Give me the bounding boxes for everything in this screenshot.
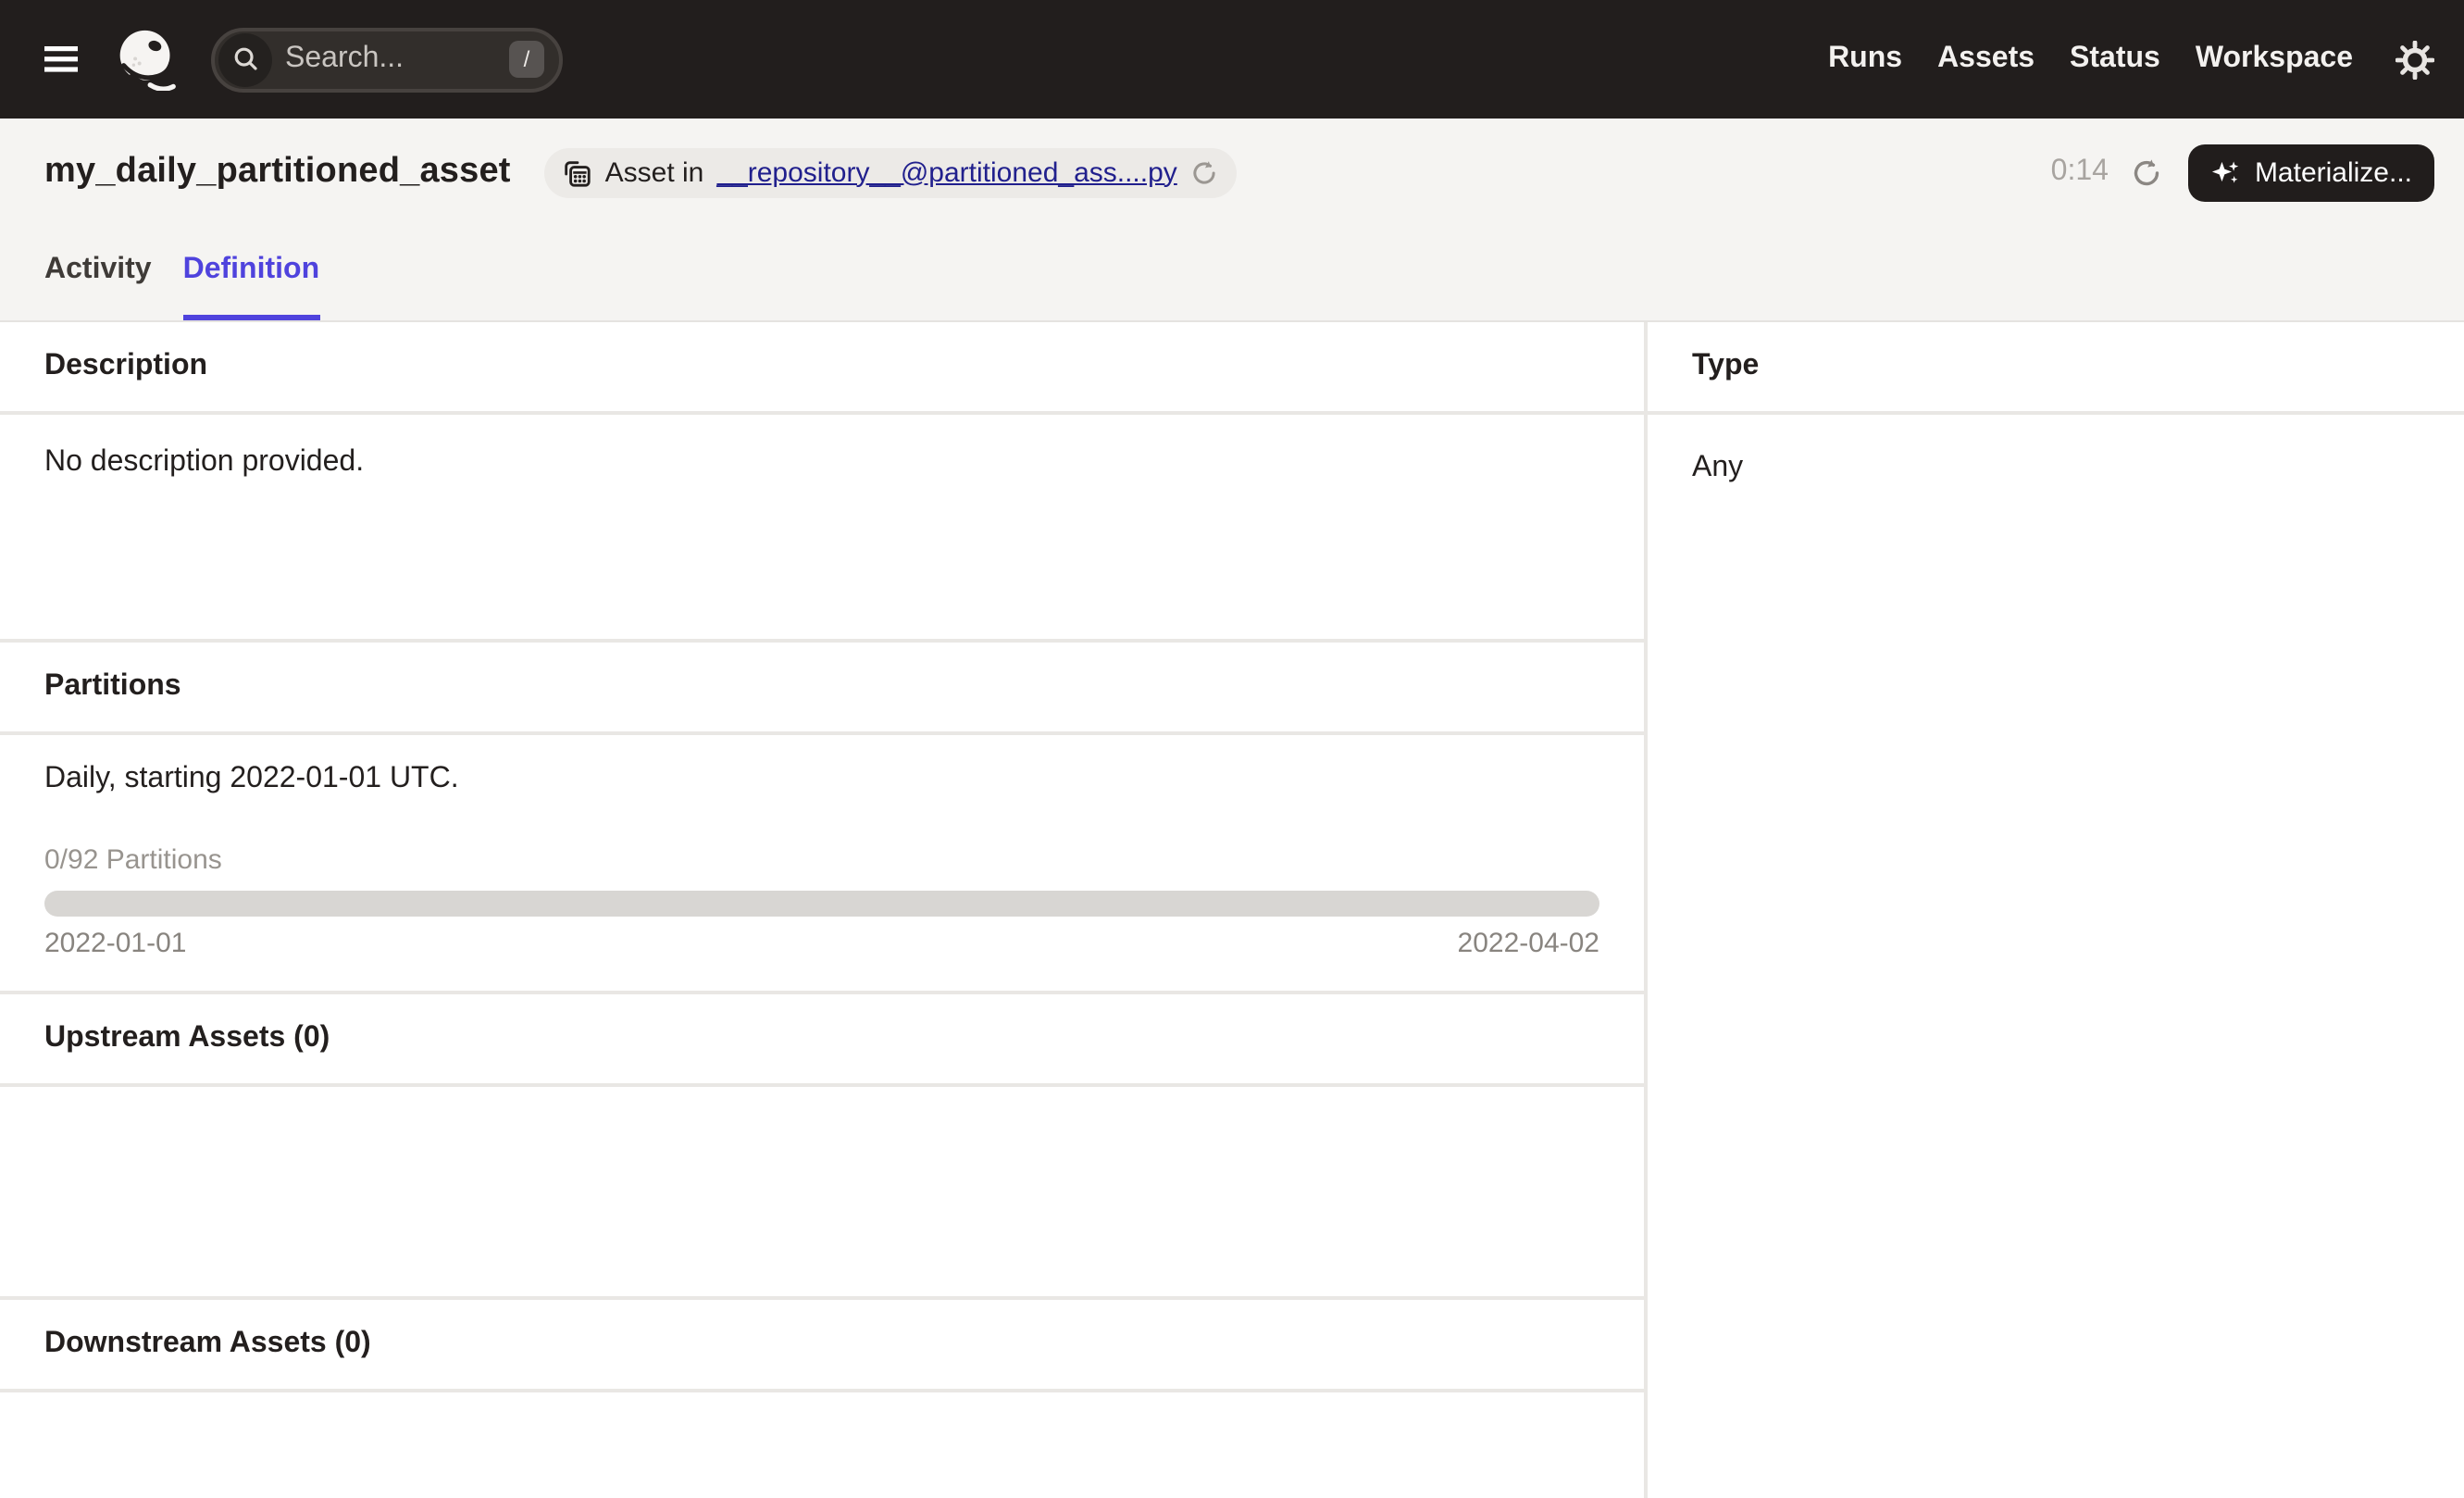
upstream-assets-empty	[0, 1087, 1644, 1296]
partitions-body: Daily, starting 2022-01-01 UTC. 0/92 Par…	[0, 735, 1644, 991]
partition-health-bar	[44, 891, 1599, 917]
badge-prefix: Asset in	[604, 156, 704, 188]
partition-range-end: 2022-04-02	[1457, 928, 1599, 959]
type-section-header: Type	[1648, 322, 2464, 411]
search-placeholder: Search...	[285, 43, 404, 74]
reload-repository-button[interactable]	[1190, 158, 1218, 186]
repository-link[interactable]: __repository__@partitioned_ass....py	[716, 156, 1176, 188]
hamburger-menu-button[interactable]	[33, 35, 89, 83]
top-navbar: Search... / Runs Assets Status Workspace	[0, 0, 2464, 119]
materialize-label: Materialize...	[2254, 156, 2412, 188]
search-icon	[233, 47, 256, 70]
description-body: No description provided.	[0, 415, 1644, 639]
primary-nav: Runs Assets Status Workspace	[1828, 40, 2434, 79]
app-root: Search... / Runs Assets Status Workspace	[0, 0, 2464, 1498]
partition-definition-text: Daily, starting 2022-01-01 UTC.	[44, 763, 459, 794]
type-body: Any	[1648, 415, 2464, 1498]
partitions-heading: Partitions	[44, 670, 181, 702]
upstream-heading: Upstream Assets (0)	[44, 1022, 330, 1054]
description-text: No description provided.	[44, 446, 365, 478]
description-section-header: Description	[0, 322, 1644, 411]
reload-icon	[1193, 160, 1215, 183]
search-icon-disc	[218, 32, 272, 86]
asset-group-icon	[564, 160, 591, 186]
search-input[interactable]: Search... /	[211, 27, 563, 92]
asset-page-header: my_daily_partitioned_asset Asset in __re…	[0, 119, 2464, 322]
materialize-button[interactable]: Materialize...	[2187, 144, 2434, 201]
definition-content: Description No description provided. Par…	[0, 322, 2464, 1498]
upstream-section-header: Upstream Assets (0)	[0, 994, 1644, 1083]
refresh-icon	[2134, 158, 2159, 185]
dagster-logo[interactable]	[115, 28, 178, 91]
right-column: Type Any	[1648, 322, 2464, 1498]
gear-icon	[2396, 40, 2434, 79]
nav-workspace[interactable]: Workspace	[2196, 43, 2353, 76]
partition-range-start: 2022-01-01	[44, 928, 187, 959]
type-heading: Type	[1692, 350, 1760, 381]
type-value: Any	[1692, 452, 1744, 483]
dagster-octopus-icon	[119, 30, 176, 91]
downstream-heading: Downstream Assets (0)	[44, 1328, 371, 1359]
search-shortcut-key: /	[509, 41, 544, 78]
nav-assets[interactable]: Assets	[1937, 43, 2035, 76]
asset-tabs: Activity Definition	[0, 211, 2464, 320]
partition-range: 2022-01-01 2022-04-02	[44, 928, 1599, 959]
hamburger-icon	[44, 46, 78, 72]
page-title: my_daily_partitioned_asset	[44, 152, 511, 191]
title-row: my_daily_partitioned_asset Asset in __re…	[0, 133, 2464, 211]
settings-button[interactable]	[2396, 40, 2434, 79]
tab-definition[interactable]: Definition	[182, 254, 320, 320]
partition-count-label: 0/92 Partitions	[44, 844, 222, 876]
refresh-countdown: 0:14	[2050, 156, 2109, 187]
asset-location-badge: Asset in __repository__@partitioned_ass.…	[543, 147, 1237, 197]
nav-status[interactable]: Status	[2070, 43, 2160, 76]
downstream-section-header: Downstream Assets (0)	[0, 1300, 1644, 1389]
partitions-section-header: Partitions	[0, 643, 1644, 731]
refresh-button[interactable]	[2131, 156, 2162, 188]
tab-activity[interactable]: Activity	[44, 254, 152, 320]
left-column: Description No description provided. Par…	[0, 322, 1644, 1498]
sparkles-icon	[2211, 160, 2239, 182]
nav-runs[interactable]: Runs	[1828, 43, 1902, 76]
downstream-assets-empty	[0, 1392, 1644, 1498]
description-heading: Description	[44, 350, 208, 381]
